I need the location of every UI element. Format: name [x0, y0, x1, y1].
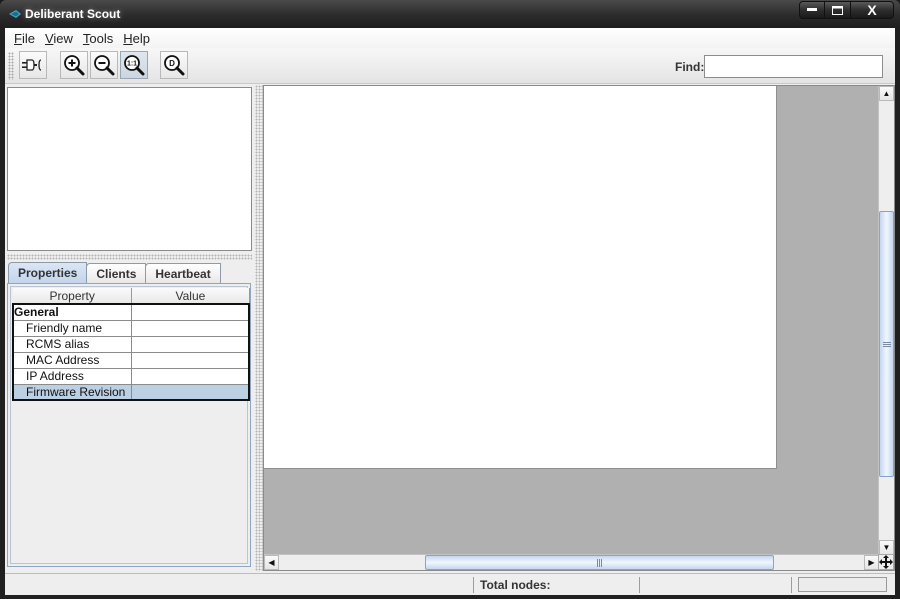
zoom-actual-icon: 1:1 — [124, 55, 145, 76]
status-separator — [473, 577, 474, 593]
find-input[interactable] — [704, 55, 883, 78]
device-tree[interactable] — [7, 87, 252, 251]
property-value[interactable] — [131, 319, 250, 337]
tab-bar: Properties Clients Heartbeat — [8, 262, 221, 283]
canvas-background — [264, 86, 879, 555]
zoom-in-button[interactable] — [60, 51, 88, 79]
scroll-right-button[interactable]: ▶ — [864, 555, 879, 570]
zoom-out-button[interactable] — [90, 51, 118, 79]
table-row[interactable]: RCMS alias — [12, 335, 250, 353]
menu-help[interactable]: Help — [118, 31, 155, 46]
menu-file-label: ile — [21, 30, 35, 46]
table-row-general[interactable]: General — [12, 303, 250, 321]
menu-view-label: iew — [53, 30, 73, 46]
property-value[interactable] — [131, 351, 250, 369]
horizontal-scroll-thumb[interactable] — [425, 555, 774, 570]
table-row[interactable]: MAC Address — [12, 351, 250, 369]
maximize-icon — [832, 5, 843, 15]
grip-icon — [597, 558, 602, 567]
property-value[interactable] — [131, 303, 250, 321]
pan-corner-button[interactable] — [878, 554, 894, 570]
menu-view[interactable]: View — [40, 31, 78, 46]
toolbar-grip[interactable] — [8, 52, 14, 80]
client-area: File View Tools Help 1:1 D Find: Propert… — [5, 28, 895, 595]
property-name: Firmware Revision — [12, 383, 133, 401]
horizontal-scrollbar[interactable]: ◀ ▶ — [264, 554, 879, 570]
property-value[interactable] — [131, 335, 250, 353]
column-header-property[interactable]: Property — [13, 288, 133, 305]
plug-icon — [22, 59, 42, 71]
menu-help-mnemonic: H — [123, 30, 133, 46]
tab-clients[interactable]: Clients — [86, 263, 147, 283]
scroll-left-button[interactable]: ◀ — [264, 555, 279, 570]
menu-help-label: elp — [132, 30, 151, 46]
toolbar: 1:1 D Find: — [5, 48, 895, 84]
network-map-canvas[interactable] — [264, 86, 777, 469]
property-value[interactable] — [131, 383, 250, 401]
table-row[interactable]: Friendly name — [12, 319, 250, 337]
zoom-fit-icon: D — [164, 55, 185, 76]
zoom-fit-button[interactable]: D — [160, 51, 188, 79]
maximize-button[interactable] — [825, 1, 851, 19]
left-panel: Properties Clients Heartbeat Property Va… — [5, 85, 255, 571]
table-row[interactable]: IP Address — [12, 367, 250, 385]
menu-tools-label: ools — [89, 30, 114, 46]
zoom-out-icon — [94, 55, 115, 76]
menu-tools[interactable]: Tools — [78, 31, 118, 46]
tab-properties[interactable]: Properties — [8, 262, 88, 283]
svg-text:D: D — [169, 59, 175, 68]
table-row-selected[interactable]: Firmware Revision — [12, 383, 250, 401]
scroll-down-button[interactable]: ▼ — [879, 540, 894, 555]
menu-bar: File View Tools Help — [5, 28, 895, 48]
arrow-down-icon: ▼ — [882, 543, 891, 552]
zoom-actual-size-button[interactable]: 1:1 — [120, 51, 148, 79]
close-icon: X — [867, 2, 877, 18]
status-progress-bar — [798, 577, 887, 592]
horizontal-splitter[interactable] — [7, 254, 252, 260]
arrow-right-icon: ▶ — [868, 558, 875, 567]
property-name: General — [12, 303, 133, 321]
minimize-icon — [807, 8, 817, 11]
property-value[interactable] — [131, 367, 250, 385]
app-logo-icon — [9, 10, 21, 18]
status-separator — [639, 577, 640, 593]
find-label: Find: — [675, 60, 705, 74]
minimize-button[interactable] — [799, 1, 825, 19]
window-title: Deliberant Scout — [25, 7, 121, 21]
connect-button[interactable] — [19, 51, 47, 79]
properties-table: Property Value General Friendly name RCM… — [12, 288, 250, 401]
svg-text:1:1: 1:1 — [127, 61, 137, 68]
tab-heartbeat[interactable]: Heartbeat — [145, 263, 221, 283]
property-name: Friendly name — [12, 319, 133, 337]
move-icon — [879, 555, 893, 569]
application-window: Deliberant Scout X File View Tools Help — [0, 0, 900, 599]
property-name: MAC Address — [12, 351, 133, 369]
total-nodes-label: Total nodes: — [480, 578, 551, 592]
title-bar[interactable]: Deliberant Scout X — [0, 0, 900, 28]
menu-file-mnemonic: F — [14, 30, 22, 46]
column-header-value[interactable]: Value — [131, 288, 250, 305]
property-name: RCMS alias — [12, 335, 133, 353]
network-map-view: ▲ ▼ ◀ ▶ — [263, 85, 895, 571]
menu-file[interactable]: File — [9, 31, 40, 46]
status-separator — [791, 577, 792, 593]
vertical-scroll-thumb[interactable] — [879, 211, 894, 477]
close-button[interactable]: X — [851, 1, 894, 19]
status-bar: Total nodes: — [5, 573, 895, 595]
zoom-in-icon — [64, 55, 85, 76]
properties-panel: Property Value General Friendly name RCM… — [7, 283, 251, 567]
arrow-left-icon: ◀ — [268, 558, 275, 567]
properties-panel-inner: Property Value General Friendly name RCM… — [10, 286, 250, 564]
grip-icon — [882, 341, 891, 347]
scroll-up-button[interactable]: ▲ — [879, 86, 894, 101]
vertical-scrollbar[interactable]: ▲ ▼ — [878, 86, 894, 555]
vertical-splitter[interactable] — [255, 85, 263, 571]
property-name: IP Address — [12, 367, 133, 385]
arrow-up-icon: ▲ — [882, 89, 891, 98]
